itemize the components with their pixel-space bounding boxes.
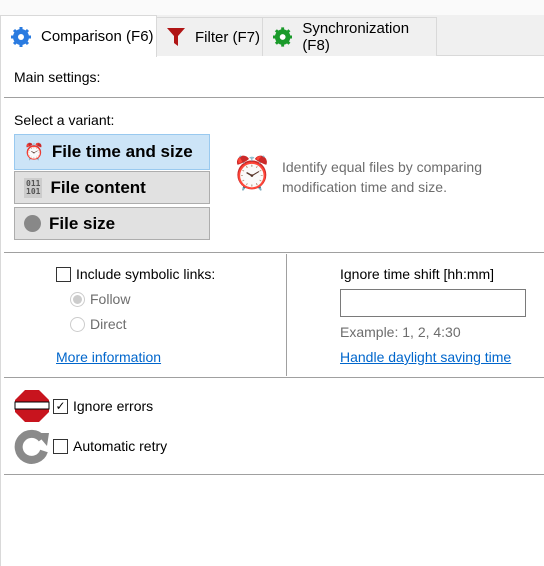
tab-label: Synchronization (F8): [302, 20, 410, 54]
radio[interactable]: [70, 291, 85, 307]
gear-blue-icon: [11, 26, 31, 47]
tab-comparison[interactable]: Comparison (F6): [0, 15, 157, 57]
vertical-divider: [286, 254, 287, 376]
time-shift-example: Example: 1, 2, 4:30: [340, 324, 461, 340]
radio-follow[interactable]: Follow: [70, 291, 130, 307]
variant-heading: Select a variant:: [14, 112, 115, 128]
variant-file-size-button[interactable]: File size: [14, 207, 210, 240]
checkbox[interactable]: ✓: [53, 398, 68, 414]
variant-label: File time and size: [51, 142, 193, 161]
tab-bar: Comparison (F6) Filter (F7) Synchronizat…: [0, 15, 544, 57]
checkbox-label: Include symbolic links:: [76, 266, 216, 282]
time-shift-label: Ignore time shift [hh:mm]: [340, 266, 495, 282]
radio-label: Direct: [90, 316, 127, 332]
file-size-icon: [24, 215, 41, 232]
checkbox[interactable]: [53, 438, 68, 454]
funnel-red-icon: [167, 28, 185, 46]
main-settings-heading: Main settings:: [14, 69, 101, 85]
variant-file-time-size-button[interactable]: ⏰ File time and size: [14, 134, 210, 170]
binary-file-icon: 011 101: [24, 177, 43, 198]
radio-label: Follow: [90, 291, 131, 307]
daylight-saving-link[interactable]: Handle daylight saving time: [340, 349, 511, 365]
gear-green-icon: [273, 27, 293, 47]
tab-synchronization[interactable]: Synchronization (F8): [262, 17, 437, 56]
divider: [4, 252, 544, 253]
variant-label: File content: [50, 177, 146, 197]
tab-label: Filter (F7): [195, 28, 260, 46]
tab-label: Comparison (F6): [41, 28, 154, 45]
stop-sign-icon: [14, 389, 50, 426]
top-strip: [0, 0, 544, 15]
retry-icon: [14, 429, 50, 468]
radio-direct[interactable]: Direct: [70, 316, 127, 332]
variant-label: File size: [49, 213, 116, 233]
checkbox-label: Automatic retry: [73, 438, 168, 454]
alarm-clock-icon: ⏰: [24, 144, 44, 161]
include-symlinks-checkbox[interactable]: Include symbolic links:: [56, 266, 215, 282]
checkbox[interactable]: [56, 266, 71, 282]
divider: [4, 474, 544, 475]
automatic-retry-checkbox[interactable]: Automatic retry: [53, 438, 167, 454]
time-shift-input[interactable]: [340, 289, 526, 317]
more-information-link[interactable]: More information: [56, 349, 161, 365]
divider: [4, 97, 544, 98]
divider: [4, 377, 544, 378]
variant-file-content-button[interactable]: 011 101 File content: [14, 171, 210, 204]
alarm-clock-icon: ⏰: [232, 155, 272, 191]
tab-filter[interactable]: Filter (F7): [156, 17, 263, 56]
radio[interactable]: [70, 316, 85, 332]
ignore-errors-checkbox[interactable]: ✓ Ignore errors: [53, 398, 153, 414]
checkbox-label: Ignore errors: [73, 398, 154, 414]
variant-description: Identify equal files by comparing modifi…: [282, 159, 482, 195]
